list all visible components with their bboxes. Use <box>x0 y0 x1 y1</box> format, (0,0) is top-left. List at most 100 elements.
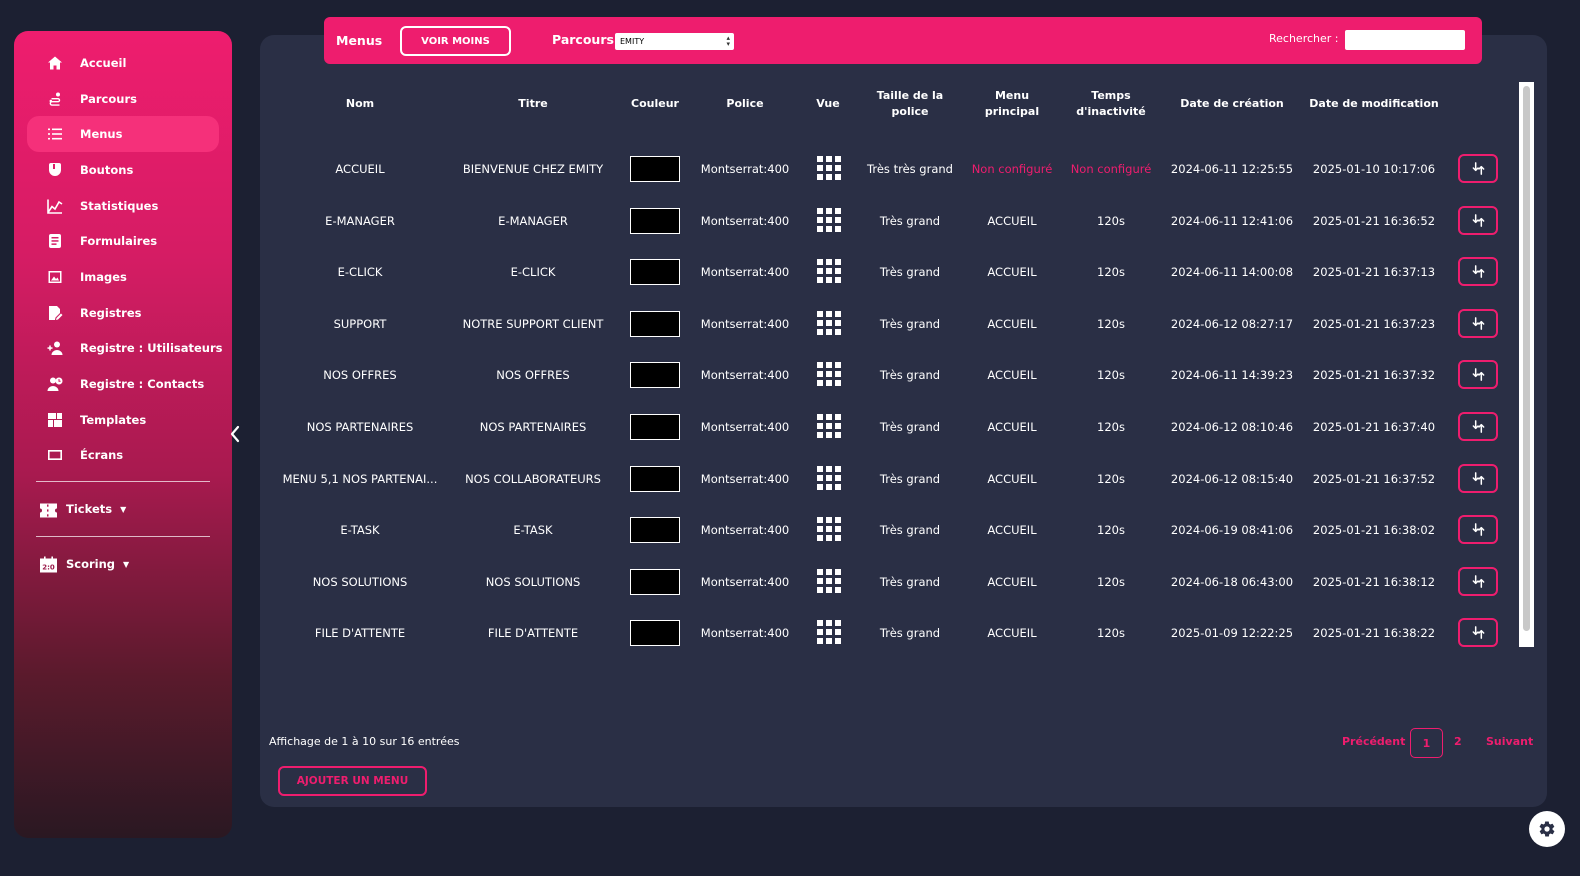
cell-taille: Très grand <box>879 574 941 589</box>
edit-button[interactable] <box>1458 308 1498 338</box>
grid-view-icon[interactable] <box>817 156 841 180</box>
table-header: Nom Titre Couleur Police Vue Taille de la pol… <box>0 88 1580 120</box>
cell-taille: Très grand <box>879 420 941 434</box>
swap-icon <box>1472 162 1484 175</box>
cell-titre: NOS PARTENAIRES <box>479 420 587 434</box>
grid-view-icon[interactable] <box>817 362 841 387</box>
cell-titre: NOS SOLUTIONS <box>485 574 581 589</box>
sidebar-item-list[interactable]: Menus <box>27 116 219 153</box>
pagination-next[interactable]: Suivant <box>1486 735 1533 748</box>
cell-temps: 120s <box>1097 523 1125 538</box>
grid-view-icon[interactable] <box>817 259 841 284</box>
cell-temps: Non configuré <box>1070 162 1152 176</box>
home-icon <box>46 54 64 72</box>
column-header[interactable]: Police <box>726 96 763 112</box>
column-header[interactable]: Date de modification <box>1309 96 1438 112</box>
cell-nom: E-TASK <box>340 523 380 538</box>
cell-modification: 2025-01-21 16:38:22 <box>1312 626 1436 641</box>
swap-icon <box>1472 316 1484 330</box>
swap-icon <box>1472 368 1484 382</box>
edit-button[interactable] <box>1458 360 1498 390</box>
swap-icon <box>1472 523 1484 537</box>
column-header[interactable]: Titre <box>518 96 547 112</box>
cell-titre: BIENVENUE CHEZ EMITY <box>462 162 604 176</box>
edit-button[interactable] <box>1458 463 1498 493</box>
cell-modification: 2025-01-21 16:37:32 <box>1312 368 1436 383</box>
grid-view-icon[interactable] <box>817 568 841 593</box>
edit-button[interactable] <box>1458 257 1498 287</box>
cell-police: Montserrat:400 <box>700 420 790 434</box>
cell-modification: 2025-01-21 16:36:52 <box>1312 213 1436 228</box>
swap-icon <box>1472 626 1484 640</box>
column-header[interactable]: Couleur <box>631 96 679 112</box>
cell-taille: Très grand <box>879 368 941 383</box>
color-swatch <box>630 465 680 492</box>
cell-temps: 120s <box>1097 213 1125 228</box>
column-header[interactable]: Taille de la police <box>877 88 943 120</box>
cell-nom: NOS OFFRES <box>323 368 397 383</box>
sidebar-item-home[interactable]: Accueil <box>14 45 232 81</box>
sidebar-item-label: Accueil <box>80 55 127 70</box>
grid-view-icon[interactable] <box>817 207 841 232</box>
cell-creation: 2025-01-09 12:22:25 <box>1170 626 1294 641</box>
cell-police: Montserrat:400 <box>700 316 790 331</box>
cell-taille: Très grand <box>879 213 941 228</box>
cell-creation: 2024-06-18 06:43:00 <box>1170 574 1294 589</box>
edit-button[interactable] <box>1458 566 1498 596</box>
cell-menu: ACCUEIL <box>987 523 1037 538</box>
pagination-page-1[interactable]: 1 <box>1410 728 1443 758</box>
cell-creation: 2024-06-12 08:15:40 <box>1170 471 1294 486</box>
cell-taille: Très très grand <box>867 162 953 176</box>
grid-view-icon[interactable] <box>817 414 841 438</box>
cell-police: Montserrat:400 <box>700 368 790 383</box>
sidebar-item-label: Menus <box>80 127 123 142</box>
grid-view-icon[interactable] <box>817 620 841 645</box>
cell-nom: NOS SOLUTIONS <box>312 574 408 589</box>
cell-menu: ACCUEIL <box>987 420 1037 434</box>
cell-nom: MENU 5,1 NOS PARTENAI... <box>282 471 438 486</box>
add-menu-button[interactable]: AJOUTER UN MENU <box>278 766 427 796</box>
edit-button[interactable] <box>1458 515 1498 545</box>
list-icon <box>46 125 64 143</box>
voir-moins-button[interactable]: VOIR MOINS <box>400 26 511 56</box>
parcours-select-value: EMITY <box>620 37 645 46</box>
table-row: E-TASK E-TASK Montserrat:400 Très grand ACCU… <box>0 515 1580 569</box>
parcours-select[interactable]: EMITY ▴ ▾ <box>615 33 734 50</box>
cell-menu: ACCUEIL <box>987 368 1037 383</box>
table-row: FILE D'ATTENTE FILE D'ATTENTE Montserrat:4… <box>0 618 1580 672</box>
edit-button[interactable] <box>1458 412 1498 441</box>
column-header[interactable]: Temps d'inactivité <box>1076 88 1145 120</box>
cell-titre: NOTRE SUPPORT CLIENT <box>462 316 604 331</box>
cell-titre: NOS OFFRES <box>496 368 570 383</box>
swap-icon <box>1472 420 1484 433</box>
search-input[interactable] <box>1345 30 1465 50</box>
grid-view-icon[interactable] <box>817 517 841 542</box>
grid-view-icon[interactable] <box>817 310 841 335</box>
scrollbar-thumb[interactable] <box>1523 86 1530 631</box>
edit-button[interactable] <box>1458 205 1498 235</box>
table-row: ACCUEIL BIENVENUE CHEZ EMITY Montserrat:40… <box>0 154 1580 208</box>
edit-button[interactable] <box>1458 154 1498 183</box>
cell-menu: ACCUEIL <box>987 316 1037 331</box>
cell-modification: 2025-01-21 16:37:23 <box>1312 316 1436 331</box>
edit-button[interactable] <box>1458 618 1498 648</box>
column-header[interactable]: Menu principal <box>985 88 1039 120</box>
cell-menu: ACCUEIL <box>987 265 1037 280</box>
column-header[interactable]: Date de création <box>1180 96 1284 112</box>
settings-button[interactable] <box>1529 811 1565 847</box>
column-header[interactable]: Vue <box>816 96 839 112</box>
pagination-previous[interactable]: Précédent <box>1342 735 1405 748</box>
table-row: NOS OFFRES NOS OFFRES Montserrat:400 Très g… <box>0 360 1580 414</box>
grid-view-icon[interactable] <box>817 465 841 490</box>
swap-icon <box>1472 213 1484 227</box>
cell-temps: 120s <box>1097 574 1125 589</box>
cell-creation: 2024-06-11 14:39:23 <box>1170 368 1294 383</box>
cell-creation: 2024-06-11 12:25:55 <box>1170 162 1294 176</box>
table-row: MENU 5,1 NOS PARTENAI... NOS COLLABORATEU… <box>0 463 1580 518</box>
pagination-page-2[interactable]: 2 <box>1454 735 1462 748</box>
search-label: Rechercher : <box>1269 32 1339 45</box>
cell-modification: 2025-01-21 16:37:52 <box>1312 471 1436 486</box>
color-swatch <box>630 620 680 647</box>
column-header[interactable]: Nom <box>346 96 374 112</box>
color-swatch <box>630 362 680 389</box>
